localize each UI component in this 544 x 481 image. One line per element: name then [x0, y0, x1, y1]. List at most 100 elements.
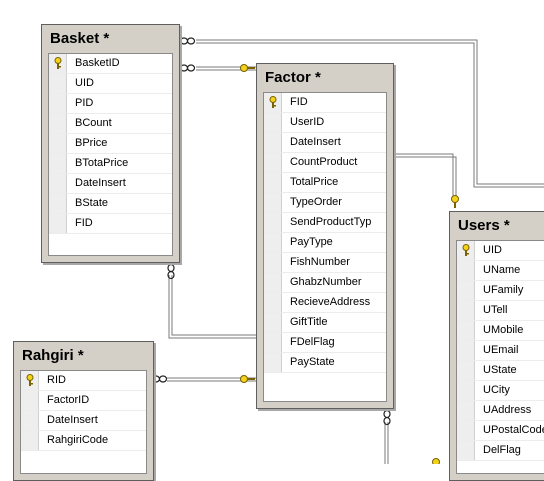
- table-rahgiri[interactable]: Rahgiri * RID FactorID DateInsert RahgiriCo…: [13, 341, 154, 481]
- row-selector[interactable]: [457, 421, 475, 440]
- column-row[interactable]: DateInsert: [21, 411, 146, 431]
- column-row[interactable]: UserID: [264, 113, 386, 133]
- column-name: UState: [483, 364, 517, 376]
- column-name: DelFlag: [483, 444, 521, 456]
- row-selector[interactable]: [264, 93, 282, 112]
- row-selector[interactable]: [457, 441, 475, 460]
- column-row[interactable]: UTell: [457, 301, 544, 321]
- column-row[interactable]: BCount: [49, 114, 172, 134]
- row-selector[interactable]: [49, 114, 67, 133]
- table-title: Users *: [458, 217, 510, 234]
- column-list: UID UName UFamily UTell UMobile UEmail UState U…: [456, 240, 544, 474]
- column-row[interactable]: UCity: [457, 381, 544, 401]
- column-row[interactable]: UState: [457, 361, 544, 381]
- row-selector[interactable]: [457, 281, 475, 300]
- row-selector[interactable]: [457, 401, 475, 420]
- column-name: DateInsert: [75, 177, 126, 189]
- table-factor[interactable]: Factor * FID UserID DateInsert CountProduct…: [256, 63, 394, 409]
- row-selector[interactable]: [49, 174, 67, 193]
- column-name: UCity: [483, 384, 510, 396]
- column-row[interactable]: UID: [457, 241, 544, 261]
- rel-basket-factor-bottom: [168, 275, 257, 339]
- column-name: CountProduct: [290, 156, 358, 168]
- column-row[interactable]: FID: [49, 214, 172, 234]
- column-row[interactable]: UAddress: [457, 401, 544, 421]
- column-row[interactable]: BPrice: [49, 134, 172, 154]
- row-selector[interactable]: [264, 173, 282, 192]
- table-users[interactable]: Users * UID UName UFamily UTell UMobile UEmai…: [449, 211, 544, 481]
- row-selector[interactable]: [264, 353, 282, 372]
- row-selector[interactable]: [49, 214, 67, 233]
- row-selector[interactable]: [264, 193, 282, 212]
- column-row[interactable]: RecieveAddress: [264, 293, 386, 313]
- column-row[interactable]: BTotaPrice: [49, 154, 172, 174]
- row-selector[interactable]: [49, 194, 67, 213]
- column-name: UserID: [290, 116, 325, 128]
- row-selector[interactable]: [457, 261, 475, 280]
- row-selector[interactable]: [457, 341, 475, 360]
- column-row[interactable]: PayType: [264, 233, 386, 253]
- column-row[interactable]: TotalPrice: [264, 173, 386, 193]
- row-selector[interactable]: [457, 321, 475, 340]
- column-row[interactable]: CountProduct: [264, 153, 386, 173]
- column-name: GhabzNumber: [290, 276, 362, 288]
- column-name: UID: [483, 244, 502, 256]
- column-row[interactable]: UEmail: [457, 341, 544, 361]
- row-selector[interactable]: [264, 113, 282, 132]
- row-selector[interactable]: [264, 153, 282, 172]
- column-name: FID: [290, 96, 308, 108]
- row-selector[interactable]: [49, 54, 67, 73]
- row-selector[interactable]: [457, 381, 475, 400]
- column-row[interactable]: UPostalCode: [457, 421, 544, 441]
- column-name: DateInsert: [47, 414, 98, 426]
- column-row[interactable]: RID: [21, 371, 146, 391]
- column-row[interactable]: FishNumber: [264, 253, 386, 273]
- column-row[interactable]: GiftTitle: [264, 313, 386, 333]
- column-row[interactable]: BasketID: [49, 54, 172, 74]
- column-row[interactable]: DateInsert: [49, 174, 172, 194]
- row-selector[interactable]: [21, 431, 39, 450]
- row-selector[interactable]: [457, 361, 475, 380]
- table-basket[interactable]: Basket * BasketID UID PID BCount BPrice BTota…: [41, 24, 180, 263]
- row-selector[interactable]: [21, 371, 39, 390]
- row-selector[interactable]: [264, 273, 282, 292]
- column-row[interactable]: DelFlag: [457, 441, 544, 461]
- column-row[interactable]: BState: [49, 194, 172, 214]
- infinity-icon: [179, 64, 196, 72]
- column-row[interactable]: UName: [457, 261, 544, 281]
- column-row[interactable]: FDelFlag: [264, 333, 386, 353]
- column-row[interactable]: FactorID: [21, 391, 146, 411]
- row-selector[interactable]: [49, 74, 67, 93]
- column-row[interactable]: RahgiriCode: [21, 431, 146, 451]
- column-row[interactable]: DateInsert: [264, 133, 386, 153]
- row-selector[interactable]: [264, 213, 282, 232]
- row-selector[interactable]: [21, 411, 39, 430]
- column-row[interactable]: SendProductTyp: [264, 213, 386, 233]
- column-name: UEmail: [483, 344, 519, 356]
- column-name: BState: [75, 197, 109, 209]
- row-selector[interactable]: [264, 133, 282, 152]
- column-row[interactable]: UID: [49, 74, 172, 94]
- row-selector[interactable]: [264, 293, 282, 312]
- column-row[interactable]: FID: [264, 93, 386, 113]
- row-selector[interactable]: [264, 313, 282, 332]
- row-selector[interactable]: [49, 134, 67, 153]
- row-selector[interactable]: [457, 241, 475, 260]
- row-selector[interactable]: [264, 253, 282, 272]
- row-selector[interactable]: [264, 333, 282, 352]
- row-selector[interactable]: [49, 94, 67, 113]
- column-name: PayType: [290, 236, 333, 248]
- row-selector[interactable]: [21, 391, 39, 410]
- column-row[interactable]: GhabzNumber: [264, 273, 386, 293]
- column-row[interactable]: UFamily: [457, 281, 544, 301]
- row-selector[interactable]: [457, 301, 475, 320]
- column-row[interactable]: TypeOrder: [264, 193, 386, 213]
- row-selector[interactable]: [49, 154, 67, 173]
- primary-key-icon: [26, 374, 34, 386]
- row-selector[interactable]: [264, 233, 282, 252]
- table-title: Factor *: [265, 69, 321, 86]
- column-list: FID UserID DateInsert CountProduct TotalPric…: [263, 92, 387, 402]
- column-row[interactable]: PayState: [264, 353, 386, 373]
- column-row[interactable]: UMobile: [457, 321, 544, 341]
- column-row[interactable]: PID: [49, 94, 172, 114]
